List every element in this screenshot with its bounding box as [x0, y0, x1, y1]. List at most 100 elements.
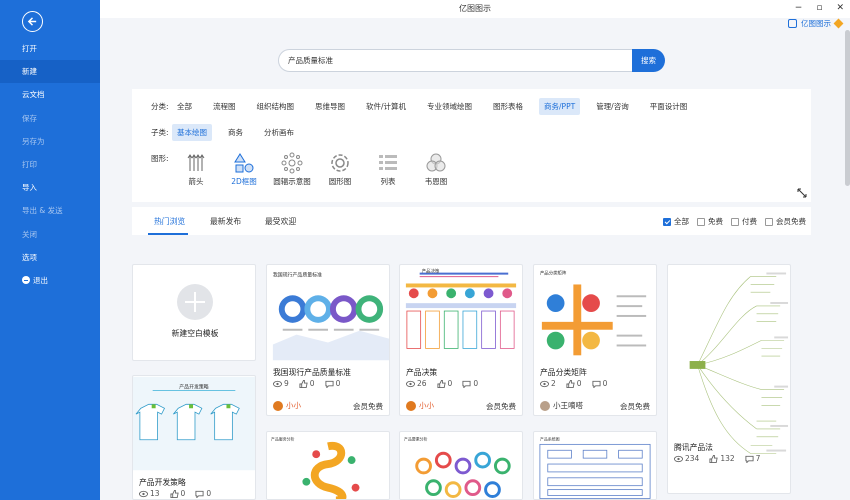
eye-icon — [540, 380, 549, 387]
template-card[interactable]: 我国现行产品质量标准 我国现行产品质量标准 9 0 0 小小 会员免费 — [266, 264, 390, 416]
subcategory-option[interactable]: 商务 — [223, 124, 248, 141]
message-icon[interactable] — [788, 19, 797, 28]
sidebar-item-options[interactable]: 选项 — [0, 246, 100, 269]
template-thumbnail — [668, 266, 790, 459]
sidebar-item-print[interactable]: 打印 — [0, 153, 100, 176]
tab-latest[interactable]: 最新发布 — [210, 216, 241, 227]
scrollbar[interactable] — [845, 30, 850, 186]
sidebar-item-new[interactable]: 新建 — [0, 60, 100, 84]
list-shape-icon — [379, 155, 397, 170]
checkbox[interactable] — [765, 217, 773, 226]
sidebar-nav: 打开 新建 云文档 保存 另存为 打印 导入 导出 & 发送 关闭 选项 退出 — [0, 37, 100, 292]
sidebar-item-open[interactable]: 打开 — [0, 37, 100, 60]
comment-icon — [195, 490, 204, 498]
template-card[interactable]: 产品决策 产品决策 26 0 0 小小 会员免费 — [399, 264, 523, 416]
check-label: 全部 — [674, 217, 689, 226]
sidebar-item-close[interactable]: 关闭 — [0, 223, 100, 246]
category-option[interactable]: 管理/咨询 — [591, 98, 634, 115]
back-button[interactable] — [22, 11, 43, 32]
card-badge: 会员免费 — [486, 402, 516, 411]
template-card[interactable]: 产品要素分析 — [399, 431, 523, 500]
avatar — [273, 400, 283, 411]
template-card[interactable]: 产品开发策略 产品开发策略 13 0 0 — [132, 375, 256, 500]
comment-count: 7 — [745, 454, 760, 463]
category-label: 分类: — [151, 102, 169, 111]
card-author[interactable]: 小王嘀嗒 — [540, 400, 583, 411]
checkbox[interactable] — [697, 217, 705, 226]
category-option-selected[interactable]: 商务/PPT — [539, 98, 581, 115]
search-button[interactable]: 搜索 — [632, 49, 665, 72]
thumb-heading: 产品分类矩阵 — [540, 270, 567, 277]
shape-name: 箭头 — [188, 177, 204, 186]
sidebar-item-label: 打印 — [22, 159, 37, 169]
comment-count: 0 — [592, 379, 607, 388]
close-icon[interactable]: ✕ — [836, 2, 844, 14]
category-option[interactable]: 全部 — [172, 98, 197, 115]
eye-icon — [674, 455, 683, 462]
subcategory-option[interactable]: 分析画布 — [259, 124, 299, 141]
shape-list[interactable]: 列表 — [364, 152, 412, 187]
shape-venn[interactable]: 韦恩图 — [412, 152, 460, 187]
minimize-icon[interactable]: − — [795, 2, 803, 14]
checkbox-checked[interactable] — [663, 217, 671, 226]
category-option[interactable]: 平面设计图 — [645, 98, 693, 115]
app-title: 亿图图示 — [459, 4, 491, 13]
check-free[interactable]: 免费 — [697, 216, 723, 227]
search-input[interactable] — [278, 49, 638, 72]
category-option[interactable]: 图形表格 — [488, 98, 528, 115]
sidebar-item-exit[interactable]: 退出 — [0, 269, 100, 292]
category-option[interactable]: 流程图 — [208, 98, 241, 115]
expand-icon[interactable] — [797, 188, 807, 198]
sidebar-item-import[interactable]: 导入 — [0, 176, 100, 199]
shape-2d-box[interactable]: 2D框图 — [220, 152, 268, 187]
template-card[interactable]: 产品系统图 — [533, 431, 657, 500]
thumb-heading: 产品系统图 — [540, 436, 560, 441]
template-card[interactable]: 腾讯产品法 234 132 7 — [667, 264, 791, 494]
filter-panel: 分类: 全部 流程图 组织结构图 思维导图 软件/计算机 专业领域绘图 图形表格… — [132, 89, 811, 202]
sidebar-item-export[interactable]: 导出 & 发送 — [0, 199, 100, 222]
check-all[interactable]: 全部 — [663, 216, 689, 227]
shape-circle[interactable]: 圆形图 — [316, 152, 364, 187]
tab-hot[interactable]: 热门浏览 — [154, 216, 185, 227]
checkbox[interactable] — [731, 217, 739, 226]
template-thumbnail: 产品系统图 — [534, 432, 656, 499]
sidebar-item-label: 导出 & 发送 — [22, 206, 63, 216]
maximize-icon[interactable]: ▫ — [816, 2, 822, 14]
thumb-up-icon — [566, 379, 575, 388]
2d-box-icon — [234, 153, 254, 173]
shape-name: 2D框图 — [231, 177, 257, 186]
shape-row: 箭头 2D框图 圆辐示意图 圆形图 列表 韦恩图 — [172, 152, 460, 187]
subcategory-option-selected[interactable]: 基本绘图 — [172, 124, 212, 141]
card-badge: 会员免费 — [353, 402, 383, 411]
view-count: 234 — [674, 454, 699, 463]
author-name: 小王嘀嗒 — [553, 401, 583, 410]
eye-icon — [273, 380, 282, 387]
shape-radial[interactable]: 圆辐示意图 — [268, 152, 316, 187]
template-card[interactable]: 产品服务分析 — [266, 431, 390, 500]
user-name[interactable]: 亿图图示 — [801, 18, 831, 29]
thumb-heading: 产品决策 — [422, 268, 440, 275]
category-option[interactable]: 专业领域绘图 — [422, 98, 477, 115]
thumb-up-icon — [299, 379, 308, 388]
check-member[interactable]: 会员免费 — [765, 216, 806, 227]
new-blank-template-card[interactable]: 新建空白模板 — [132, 264, 256, 361]
template-thumbnail: 产品服务分析 — [267, 432, 389, 499]
sidebar-item-label: 导入 — [22, 183, 37, 193]
check-paid[interactable]: 付费 — [731, 216, 757, 227]
shape-arrow[interactable]: 箭头 — [172, 152, 220, 187]
template-card[interactable]: 产品分类矩阵 产品分类矩阵 2 0 0 小王嘀嗒 会员免费 — [533, 264, 657, 416]
arrow-shape-icon — [187, 154, 205, 171]
venn-shape-icon — [426, 153, 446, 172]
card-author[interactable]: 小小 — [406, 400, 434, 411]
template-thumbnail: 我国现行产品质量标准 — [267, 265, 389, 361]
eye-icon — [139, 490, 148, 497]
tab-popular[interactable]: 最受欢迎 — [265, 216, 296, 227]
sidebar-item-save[interactable]: 保存 — [0, 107, 100, 130]
category-option[interactable]: 软件/计算机 — [361, 98, 411, 115]
category-option[interactable]: 思维导图 — [310, 98, 350, 115]
sidebar-item-save-as[interactable]: 另存为 — [0, 130, 100, 153]
category-option[interactable]: 组织结构图 — [252, 98, 300, 115]
card-author[interactable]: 小小 — [273, 400, 301, 411]
vip-gem-icon — [833, 18, 844, 29]
sidebar-item-cloud[interactable]: 云文档 — [0, 83, 100, 106]
